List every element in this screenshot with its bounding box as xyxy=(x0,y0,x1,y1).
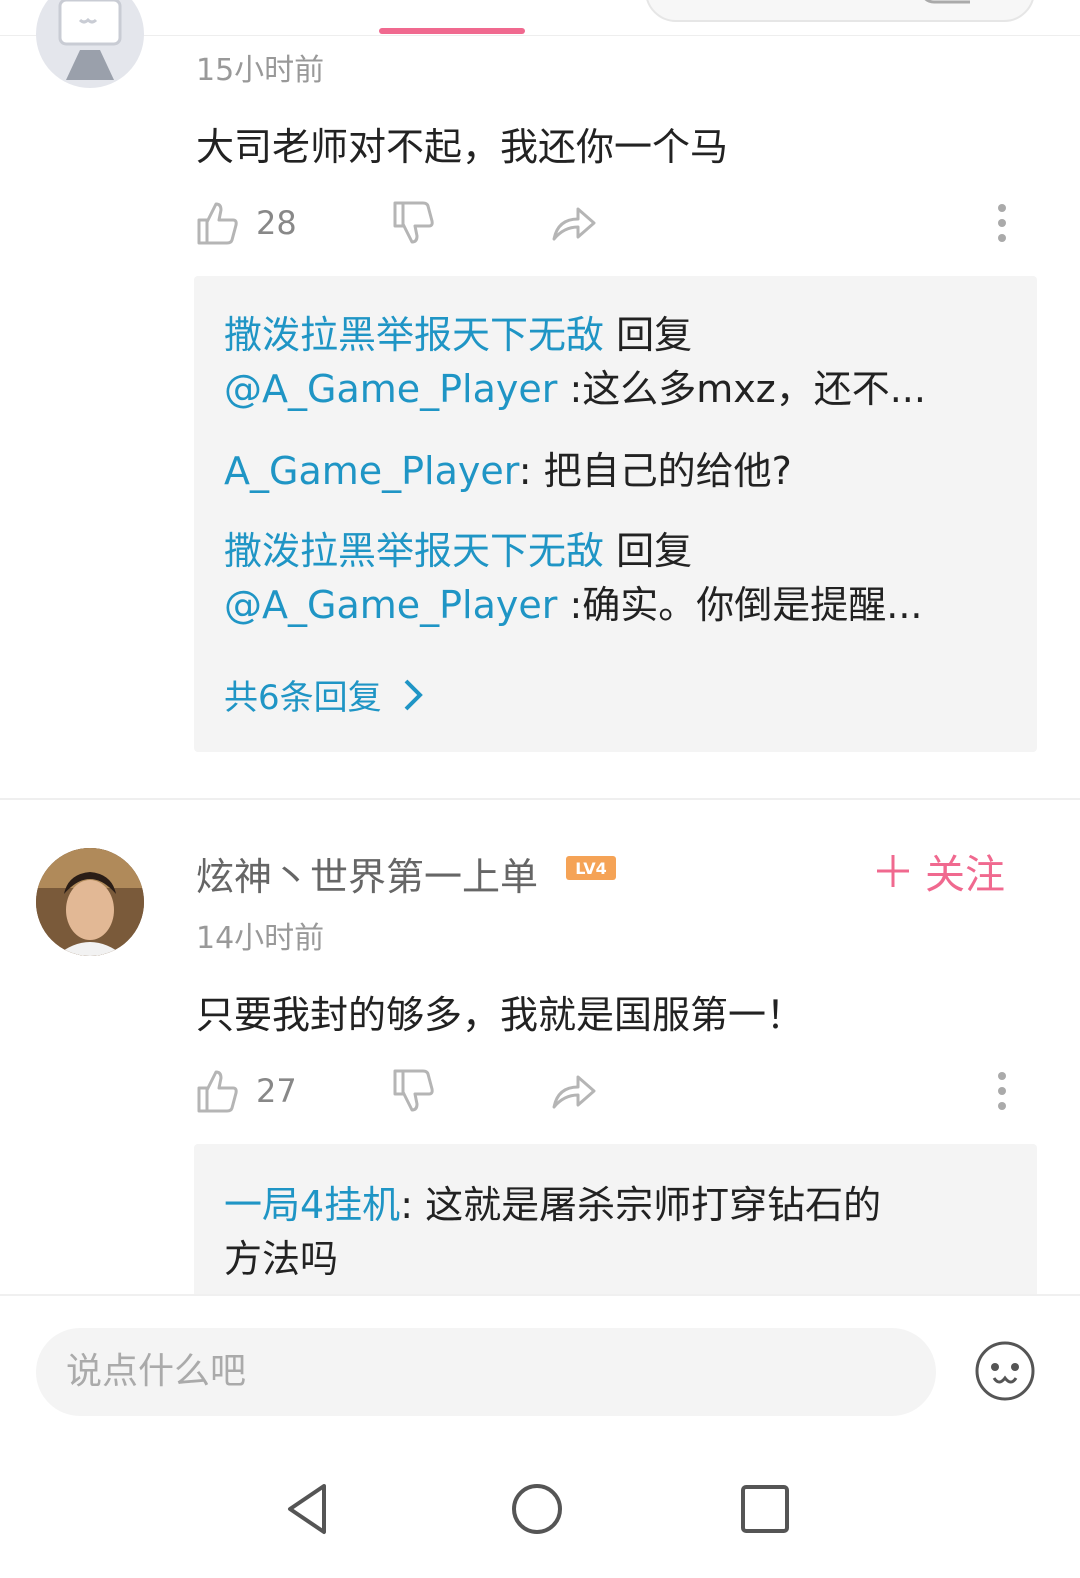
reply-username[interactable]: 撒泼拉黑举报天下无敌 xyxy=(224,313,604,357)
avatar[interactable] xyxy=(36,848,144,956)
like-count: 27 xyxy=(256,1072,297,1110)
like-count: 28 xyxy=(256,204,297,242)
reply-item[interactable]: 一局4挂机: 这就是屠杀宗师打穿钻石的 方法吗 xyxy=(224,1178,1014,1286)
thumbs-down-icon xyxy=(393,1069,434,1112)
top-right-icon[interactable] xyxy=(920,0,980,10)
dislike-button[interactable] xyxy=(392,198,436,248)
reply-username[interactable]: 撒泼拉黑举报天下无敌 xyxy=(224,529,604,573)
share-button[interactable] xyxy=(550,1066,598,1116)
reply-preview-box[interactable]: 一局4挂机: 这就是屠杀宗师打穿钻石的 方法吗 xyxy=(194,1144,1037,1304)
comment-time: 14小时前 xyxy=(196,921,325,956)
more-vertical-icon xyxy=(998,204,1006,242)
plus-icon xyxy=(877,855,909,887)
view-all-replies-link[interactable]: 共6条回复 xyxy=(224,670,428,719)
reply-username[interactable]: 一局4挂机 xyxy=(224,1183,400,1227)
comment-divider xyxy=(0,798,1080,800)
more-vertical-icon xyxy=(998,1072,1006,1110)
reply-item[interactable]: A_Game_Player: 把自己的给他? xyxy=(224,444,1014,498)
thumbs-up-icon xyxy=(197,1070,238,1113)
share-button[interactable] xyxy=(550,198,598,248)
reply-item[interactable]: 撒泼拉黑举报天下无敌 回复 @A_Game_Player :确实。你倒是提醒..… xyxy=(224,524,1014,632)
more-options-button[interactable] xyxy=(996,198,1008,248)
follow-button[interactable]: 关注 xyxy=(875,842,1005,900)
nav-recents-icon[interactable] xyxy=(738,1482,792,1536)
share-icon xyxy=(552,207,596,241)
reply-mention[interactable]: @A_Game_Player xyxy=(224,367,557,411)
comment-text: 只要我封的够多，我就是国服第一！ xyxy=(196,993,805,1037)
thumbs-down-icon xyxy=(393,201,434,244)
comment-time: 15小时前 xyxy=(196,53,325,88)
like-button[interactable]: 27 xyxy=(196,1066,297,1116)
reply-preview-box[interactable]: 撒泼拉黑举报天下无敌 回复 @A_Game_Player :这么多mxz，还不.… xyxy=(194,276,1037,752)
bottom-bar: 说点什么吧 xyxy=(0,1294,1080,1578)
emoji-icon[interactable] xyxy=(974,1340,1036,1402)
comment-text: 大司老师对不起，我还你一个马 xyxy=(196,125,729,169)
avatar[interactable] xyxy=(36,0,144,88)
comment-input[interactable]: 说点什么吧 xyxy=(36,1328,936,1416)
comment-username[interactable]: 炫神丶世界第一上单 xyxy=(196,846,538,901)
dislike-button[interactable] xyxy=(392,1066,436,1116)
chevron-right-icon xyxy=(404,679,423,710)
default-avatar-icon xyxy=(58,0,122,80)
comment-actions: 27 xyxy=(196,1066,1026,1116)
svg-text:LV4: LV4 xyxy=(575,859,607,878)
user-avatar-image xyxy=(36,848,144,956)
reply-item[interactable]: 撒泼拉黑举报天下无敌 回复 @A_Game_Player :这么多mxz，还不.… xyxy=(224,308,1014,416)
active-tab-indicator xyxy=(379,28,525,34)
more-options-button[interactable] xyxy=(996,1066,1008,1116)
thumbs-up-icon xyxy=(197,202,238,245)
reply-mention[interactable]: @A_Game_Player xyxy=(224,583,557,627)
comment-actions: 28 xyxy=(196,198,1026,248)
share-icon xyxy=(552,1075,596,1109)
level-badge: LV4 xyxy=(566,856,616,880)
nav-home-icon[interactable] xyxy=(510,1482,564,1536)
reply-username[interactable]: A_Game_Player xyxy=(224,449,519,493)
nav-back-icon[interactable] xyxy=(282,1482,336,1536)
like-button[interactable]: 28 xyxy=(196,198,297,248)
top-tab-bar xyxy=(0,0,1080,36)
